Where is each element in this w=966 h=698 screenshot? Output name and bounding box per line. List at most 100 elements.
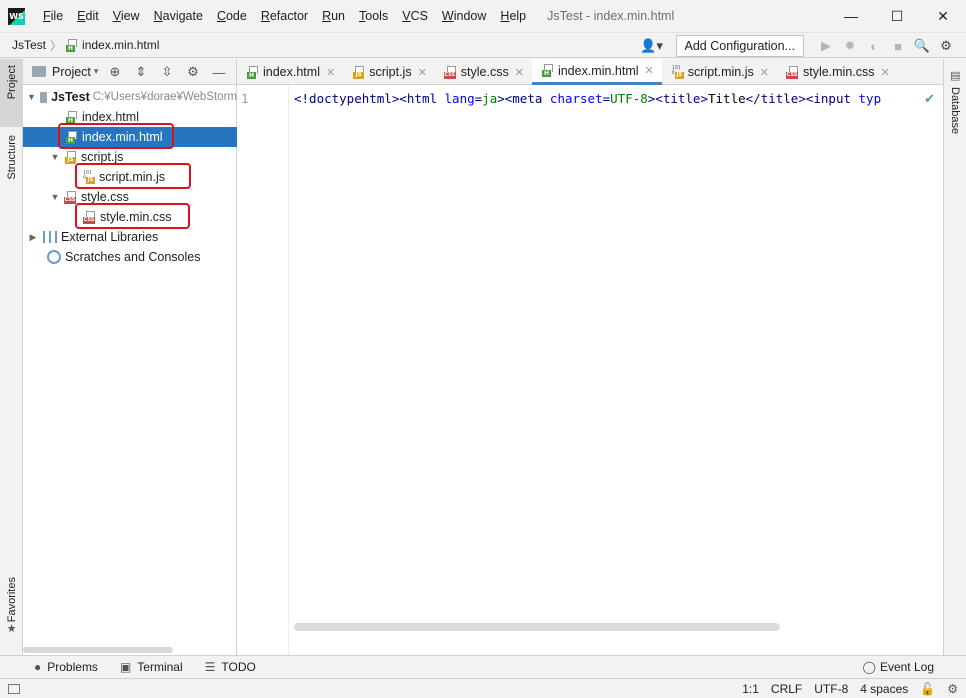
collapse-all-icon[interactable]: ⇳ [154,64,180,80]
tree-scratches[interactable]: Scratches and Consoles [23,247,237,267]
debug-icon[interactable]: ✹ [838,35,862,57]
inspection-ok-check-icon[interactable]: ✔ [924,91,935,107]
html-file-icon: H [541,64,554,77]
code-line[interactable]: <!doctypehtml><html lang = ja><meta charse… [294,91,881,106]
tab-script-min-js[interactable]: 101 0 JS script.min.js ✕ [662,59,777,85]
breadcrumb-separator: 〉 [50,38,63,53]
menu-file[interactable]: File [36,0,70,32]
todo-tool-tab[interactable]: ☰ TODO [205,660,256,674]
problems-tool-tab[interactable]: ● Problems [34,660,98,674]
code-token: ><html [391,91,445,106]
tab-index-html[interactable]: H index.html ✕ [237,59,343,85]
tab-label: style.min.css [802,65,875,79]
tree-horizontal-scrollbar[interactable] [23,647,173,653]
menu-tools[interactable]: Tools [352,0,395,32]
menu-vcs[interactable]: VCS [395,0,435,32]
highlight-box [58,123,174,149]
stop-icon[interactable]: ■ [886,35,910,57]
expand-arrow-icon[interactable]: ▼ [49,192,61,202]
menu-help[interactable]: Help [493,0,533,32]
webstorm-logo-icon: WS [8,7,25,25]
collapsed-arrow-icon[interactable]: ▶ [27,232,39,243]
read-only-lock-icon[interactable]: 🔓 [920,682,935,696]
locate-file-icon[interactable]: ⊕ [102,64,128,80]
minified-js-file-icon: 101 0 JS [671,64,684,79]
html-file-icon: H [66,38,78,52]
menu-view[interactable]: View [106,0,147,32]
tree-external-libraries[interactable]: ▶ External Libraries [23,227,237,247]
minimize-button[interactable]: — [828,0,874,32]
menu-edit[interactable]: Edit [70,0,106,32]
event-log-tool-tab[interactable]: ◯ Event Log [863,660,934,674]
file-encoding[interactable]: UTF-8 [814,682,848,696]
todo-tool-tab-label: TODO [221,660,256,674]
tab-script-js[interactable]: JS script.js ✕ [343,59,435,85]
line-separator[interactable]: CRLF [771,682,802,696]
favorites-tool-tab[interactable]: Favorites ★ [0,577,23,649]
close-tab-icon[interactable]: ✕ [418,66,427,79]
add-configuration-button[interactable]: Add Configuration... [675,35,804,57]
run-icon[interactable]: ▶ [814,35,838,57]
terminal-tool-tab[interactable]: ▣ Terminal [120,660,183,674]
menu-navigate[interactable]: Navigate [147,0,210,32]
close-tab-icon[interactable]: ✕ [645,64,654,77]
line-number: 1 [241,91,249,106]
tab-label: script.min.js [687,65,754,79]
tree-item-label: index.html [82,110,139,124]
breadcrumb-project[interactable]: JsTest [0,38,46,52]
event-log-tool-tab-label: Event Log [879,660,934,674]
code-attribute: charset [549,91,603,106]
close-tab-icon[interactable]: ✕ [515,66,524,79]
editor-tabs: H index.html ✕ JS script.js ✕ CSS style.… [237,59,943,85]
project-panel: Project ▾ ⊕ ⇕ ⇳ ⚙ — ▼ JsTest C:¥Users¥do… [23,59,237,655]
close-button[interactable]: ✕ [920,0,966,32]
close-tab-icon[interactable]: ✕ [326,66,335,79]
todo-list-icon: ☰ [204,660,216,674]
project-panel-title[interactable]: Project [52,65,91,79]
tab-label: index.min.html [557,63,639,78]
right-tool-strip: ▤ Database [943,59,966,655]
css-file-icon: CSS [64,190,77,204]
close-tab-icon[interactable]: ✕ [881,66,890,79]
tab-index-min-html[interactable]: H index.min.html ✕ [531,59,662,85]
editor-horizontal-scrollbar[interactable] [294,623,780,631]
tab-style-css[interactable]: CSS style.css ✕ [435,59,532,85]
search-icon[interactable]: 🔍 [910,35,934,57]
database-tool-tab[interactable]: Database [949,87,961,134]
menu-window[interactable]: Window [435,0,493,32]
tree-root-label: JsTest [51,90,90,104]
window-controls: — ☐ ✕ [828,0,966,32]
panel-settings-gear-icon[interactable]: ⚙ [180,64,206,80]
menu-run[interactable]: Run [315,0,352,32]
coverage-icon[interactable]: ◐ [862,35,886,57]
inspector-icon[interactable]: ⚙ [947,682,958,696]
user-icon[interactable]: 👤▾ [640,35,664,57]
tool-window-toggle-icon[interactable] [8,683,20,694]
indent-setting[interactable]: 4 spaces [860,682,908,696]
hide-panel-icon[interactable]: — [206,65,232,80]
js-file-icon: JS [65,150,77,164]
menu-refactor[interactable]: Refactor [254,0,315,32]
tree-root-jstest[interactable]: ▼ JsTest C:¥Users¥dorae¥WebStorm [23,87,237,107]
tab-label: script.js [369,65,412,79]
highlight-box [75,163,191,189]
bottom-tool-tabs: ● Problems ▣ Terminal ☰ TODO ◯ Event Log [0,655,966,678]
breadcrumb-file[interactable]: index.min.html [82,38,159,52]
problems-tool-tab-label: Problems [47,660,98,674]
maximize-button[interactable]: ☐ [874,0,920,32]
tree-item-label: External Libraries [61,230,159,244]
chevron-down-icon[interactable]: ▾ [94,66,99,77]
tab-style-min-css[interactable]: CSS style.min.css ✕ [777,59,898,85]
close-tab-icon[interactable]: ✕ [760,66,769,79]
settings-gear-icon[interactable]: ⚙ [934,35,958,57]
structure-tool-tab[interactable]: Structure [0,135,23,205]
menu-code[interactable]: Code [210,0,254,32]
tree-item-label: Scratches and Consoles [65,250,201,264]
project-tool-tab[interactable]: Project [0,59,23,127]
library-icon [43,231,57,243]
caret-position[interactable]: 1:1 [742,682,759,696]
expand-arrow-icon[interactable]: ▼ [49,152,61,162]
expand-arrow-icon[interactable]: ▼ [27,92,36,102]
tree-item-label: style.css [81,190,129,204]
expand-all-icon[interactable]: ⇕ [128,64,154,80]
